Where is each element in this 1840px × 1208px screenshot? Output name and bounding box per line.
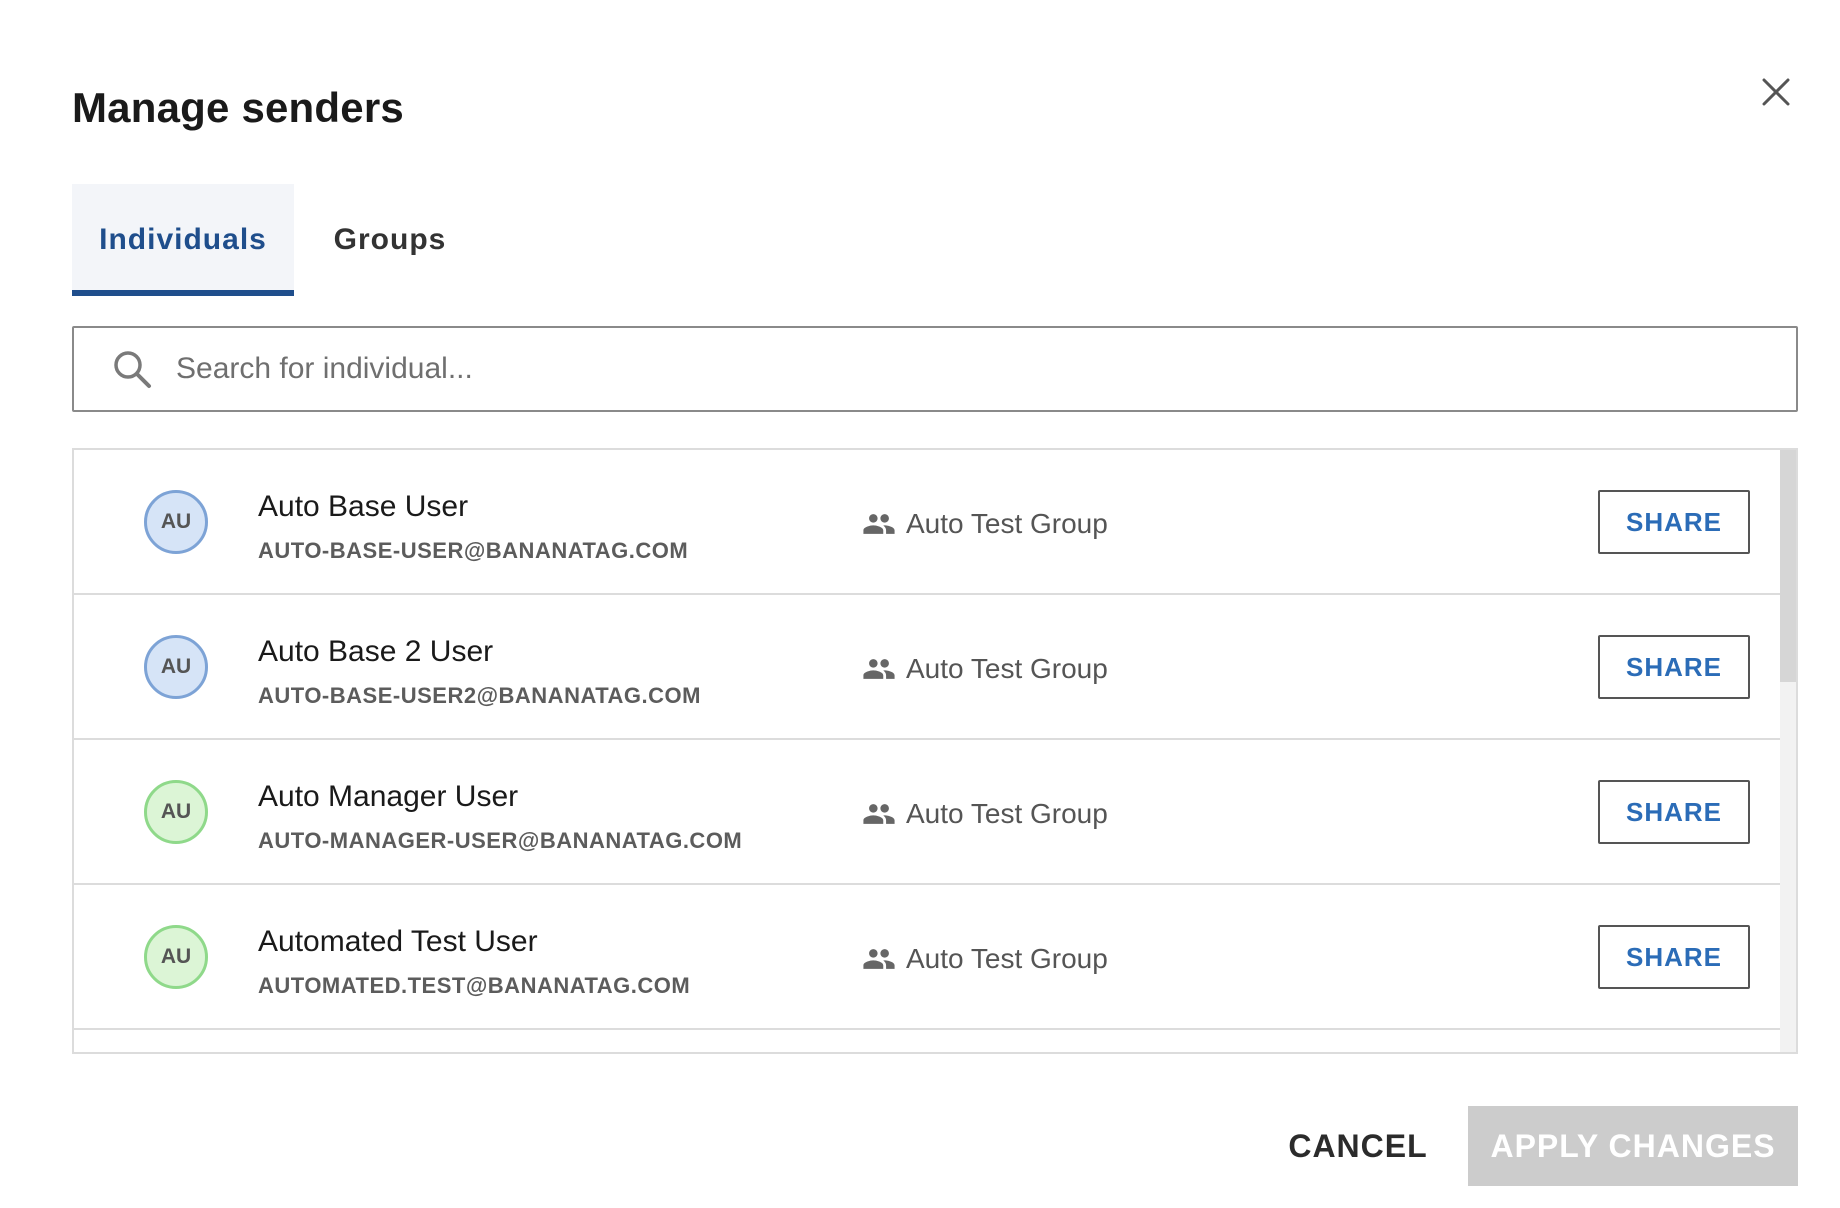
group-icon — [863, 659, 895, 679]
share-button[interactable]: SHARE — [1598, 780, 1750, 844]
search-input[interactable] — [176, 352, 1676, 386]
sender-row: AU Automated Test User AUTOMATED.TEST@BA… — [74, 885, 1780, 1030]
sender-name: Auto Manager User — [258, 780, 519, 813]
list-scrollbar[interactable] — [1780, 450, 1796, 1052]
share-button[interactable]: SHARE — [1598, 925, 1750, 989]
sender-email: AUTO-BASE-USER@BANANATAG.COM — [258, 538, 689, 563]
group-icon — [863, 514, 895, 534]
group-icon — [863, 804, 895, 824]
sender-group: Auto Test Group — [862, 942, 1108, 976]
sender-name: Auto Base 2 User — [258, 635, 494, 668]
sender-group: Auto Test Group — [862, 507, 1108, 541]
sender-row: AU Auto Base User AUTO-BASE-USER@BANANAT… — [74, 450, 1780, 595]
group-name: Auto Test Group — [906, 943, 1108, 974]
senders-rows: AU Auto Base User AUTO-BASE-USER@BANANAT… — [74, 450, 1780, 1052]
scrollbar-thumb[interactable] — [1780, 450, 1796, 682]
apply-changes-button[interactable]: APPLY CHANGES — [1468, 1106, 1798, 1186]
manage-senders-dialog: Manage senders Individuals Groups AU Aut… — [0, 0, 1840, 1208]
share-button[interactable]: SHARE — [1598, 490, 1750, 554]
avatar-initials: AU — [160, 510, 192, 533]
avatar: AU — [144, 925, 208, 989]
avatar-initials: AU — [160, 945, 192, 968]
sender-name: Auto Base User — [258, 490, 469, 523]
sender-email: AUTOMATED.TEST@BANANATAG.COM — [258, 973, 691, 998]
sender-email: AUTO-MANAGER-USER@BANANATAG.COM — [258, 828, 743, 853]
search-icon — [114, 351, 151, 388]
share-button[interactable]: SHARE — [1598, 635, 1750, 699]
close-icon — [1762, 78, 1790, 106]
avatar: AU — [144, 635, 208, 699]
avatar-initials: AU — [160, 800, 192, 823]
avatar: AU — [144, 780, 208, 844]
close-button[interactable] — [1752, 68, 1800, 116]
tab-bar: Individuals Groups — [72, 184, 486, 296]
cancel-button[interactable]: CANCEL — [1268, 1106, 1448, 1186]
sender-row: AU Auto Manager User AUTO-MANAGER-USER@B… — [74, 740, 1780, 885]
sender-email: AUTO-BASE-USER2@BANANATAG.COM — [258, 683, 701, 708]
avatar-initials: AU — [160, 655, 192, 678]
tab-groups[interactable]: Groups — [294, 184, 486, 296]
group-name: Auto Test Group — [906, 653, 1108, 684]
sender-group: Auto Test Group — [862, 652, 1108, 686]
sender-row: AU Auto Base 2 User AUTO-BASE-USER2@BANA… — [74, 595, 1780, 740]
tab-individuals[interactable]: Individuals — [72, 184, 294, 296]
sender-group: Auto Test Group — [862, 797, 1108, 831]
search-box — [72, 326, 1798, 412]
avatar: AU — [144, 490, 208, 554]
sender-row-partial — [74, 1030, 1780, 1052]
dialog-title: Manage senders — [72, 84, 404, 131]
group-name: Auto Test Group — [906, 798, 1108, 829]
group-name: Auto Test Group — [906, 508, 1108, 539]
group-icon — [863, 949, 895, 969]
senders-list: AU Auto Base User AUTO-BASE-USER@BANANAT… — [72, 448, 1798, 1054]
sender-name: Automated Test User — [258, 925, 538, 958]
